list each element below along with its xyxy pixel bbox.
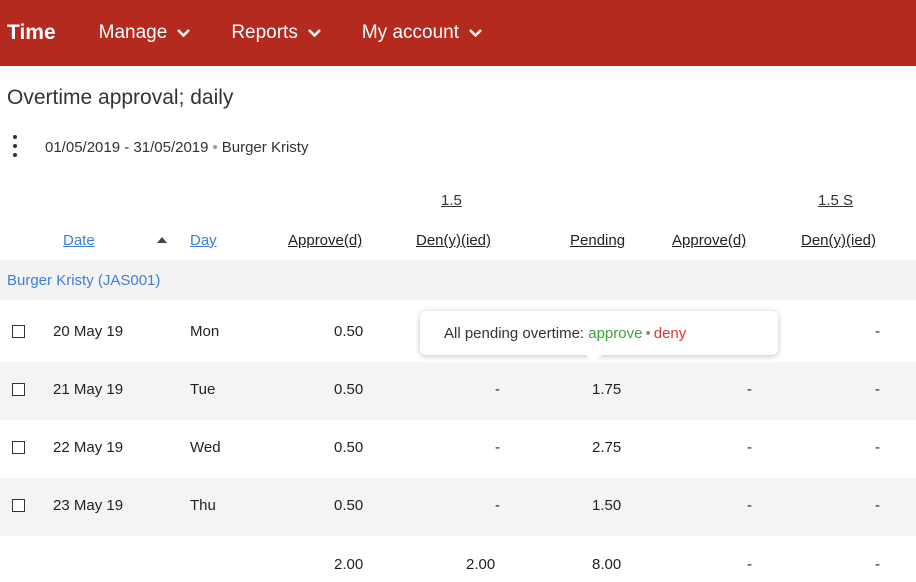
row-checkbox[interactable] (12, 325, 25, 338)
row-pending[interactable]: 1.75 (592, 381, 621, 398)
row-deny-1-5-s[interactable]: - (875, 439, 880, 456)
row-deny-1-5[interactable]: - (495, 381, 500, 398)
row-day: Mon (190, 323, 220, 340)
row-checkbox[interactable] (12, 441, 25, 454)
nav-reports[interactable]: Reports (231, 22, 322, 44)
separator-dot: • (212, 139, 218, 156)
table-row: 21 May 19 Tue 0.50 - 1.75 - - (0, 362, 916, 420)
table-row: 22 May 19 Wed 0.50 - 2.75 - - (0, 420, 916, 478)
sort-ascending-icon (157, 237, 167, 243)
nav-my-account[interactable]: My account (362, 22, 483, 44)
page-title: Overtime approval; daily (7, 86, 234, 109)
column-header-deny-1-5-s[interactable]: Den(y)(ied) (801, 232, 876, 249)
report-subtitle: 01/05/2019 - 31/05/2019 • Burger Kristy (45, 139, 308, 156)
deny-all-link[interactable]: deny (654, 325, 687, 342)
nav-manage-label: Manage (98, 22, 168, 43)
chevron-down-icon (307, 28, 322, 38)
row-date: 23 May 19 (53, 497, 124, 514)
tooltip-text: All pending overtime: (444, 325, 585, 342)
total-pending: 8.00 (592, 556, 622, 573)
row-day: Thu (190, 497, 216, 514)
row-approve-1-5[interactable]: 0.50 (334, 497, 363, 514)
person-name: Burger Kristy (221, 139, 309, 156)
group-header-1-5[interactable]: 1.5 (441, 192, 462, 209)
table-row: 23 May 19 Thu 0.50 - 1.50 - - (0, 478, 916, 536)
total-deny-1-5-s: - (875, 556, 880, 573)
row-checkbox[interactable] (12, 383, 25, 396)
total-approve-1-5-s: - (747, 556, 752, 573)
column-header-approve-1-5[interactable]: Approve(d) (288, 232, 362, 249)
row-deny-1-5[interactable]: - (495, 497, 500, 514)
date-range: 01/05/2019 - 31/05/2019 (45, 139, 209, 156)
row-day: Wed (190, 439, 221, 456)
row-deny-1-5[interactable]: - (495, 439, 500, 456)
column-header-day[interactable]: Day (190, 232, 217, 249)
nav-my-account-label: My account (361, 22, 459, 43)
row-pending[interactable]: 2.75 (592, 439, 621, 456)
row-deny-1-5-s[interactable]: - (875, 497, 880, 514)
column-header-pending[interactable]: Pending (570, 232, 625, 249)
totals-row: 2.00 2.00 8.00 - - (0, 538, 916, 582)
more-options-icon[interactable] (11, 135, 19, 165)
row-approve-1-5-s[interactable]: - (747, 497, 752, 514)
row-checkbox[interactable] (12, 499, 25, 512)
nav-manage[interactable]: Manage (99, 22, 192, 44)
app-title[interactable]: Time (7, 21, 56, 45)
total-deny-1-5: 2.00 (466, 556, 496, 573)
employee-group-row: Burger Kristy (JAS001) (0, 260, 916, 300)
group-header-1-5-s[interactable]: 1.5 S (818, 192, 853, 209)
column-header-deny-1-5[interactable]: Den(y)(ied) (416, 232, 491, 249)
approve-all-link[interactable]: approve (588, 325, 642, 342)
tooltip-arrow (585, 354, 603, 363)
chevron-down-icon (176, 28, 191, 38)
row-deny-1-5-s[interactable]: - (875, 323, 880, 340)
chevron-down-icon (468, 28, 483, 38)
nav-reports-label: Reports (231, 22, 298, 43)
row-date: 20 May 19 (53, 323, 124, 340)
row-day: Tue (190, 381, 216, 398)
row-approve-1-5[interactable]: 0.50 (334, 323, 363, 340)
row-approve-1-5[interactable]: 0.50 (334, 439, 363, 456)
top-nav-bar: Time Manage Reports My account (0, 0, 916, 66)
row-approve-1-5-s[interactable]: - (747, 381, 752, 398)
pending-overtime-tooltip: All pending overtime: approve • deny (420, 311, 778, 363)
row-approve-1-5[interactable]: 0.50 (334, 381, 363, 398)
row-date: 21 May 19 (53, 381, 124, 398)
row-pending[interactable]: 1.50 (592, 497, 621, 514)
row-date: 22 May 19 (53, 439, 124, 456)
row-approve-1-5-s[interactable]: - (747, 439, 752, 456)
total-approve-1-5: 2.00 (334, 556, 364, 573)
tooltip-separator: • (645, 325, 651, 342)
column-header-date[interactable]: Date (63, 232, 95, 249)
column-header-approve-1-5-s[interactable]: Approve(d) (672, 232, 746, 249)
row-deny-1-5-s[interactable]: - (875, 381, 880, 398)
employee-group-link[interactable]: Burger Kristy (JAS001) (7, 272, 160, 289)
